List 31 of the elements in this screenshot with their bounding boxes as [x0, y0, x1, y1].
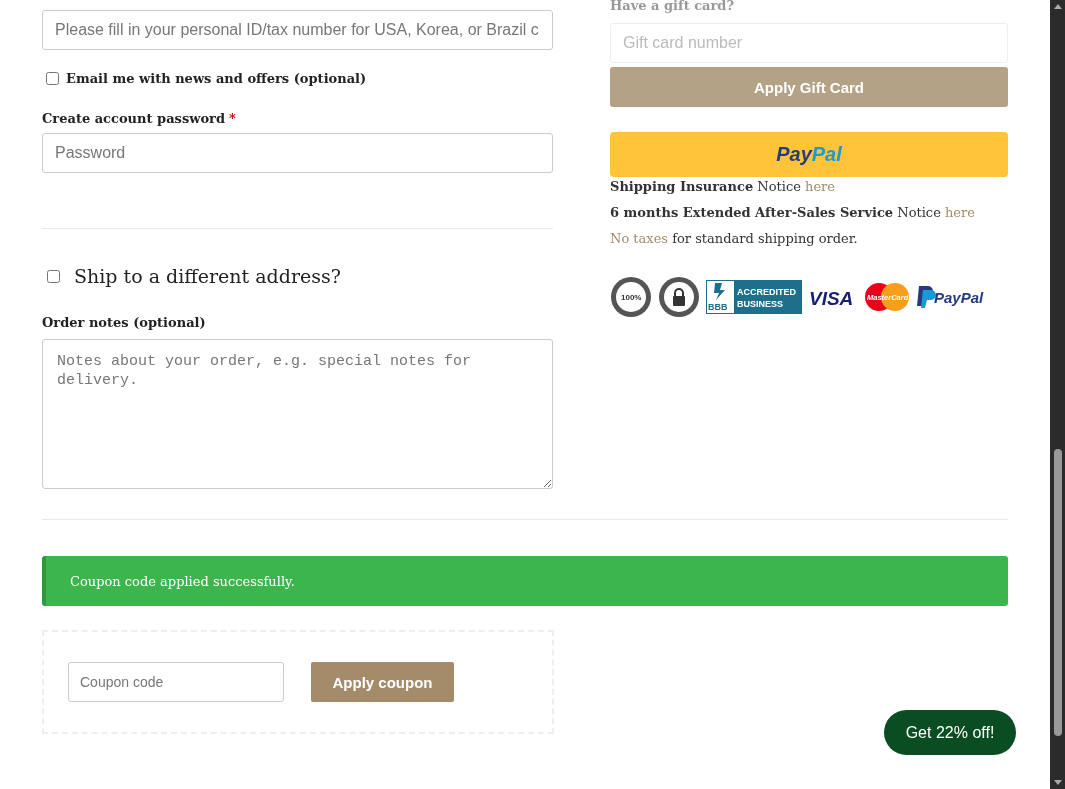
order-notes-field[interactable]: Notes about your order, e.g. special notes for delivery. — [42, 339, 553, 489]
secure-lock-seal-icon — [658, 276, 700, 318]
coupon-field[interactable]: Coupon code — [68, 662, 284, 702]
notice-link[interactable]: here — [945, 205, 975, 220]
promo-button[interactable]: Get 22% off! — [884, 710, 1016, 755]
scrollbar[interactable] — [1050, 0, 1065, 789]
password-field[interactable]: Password — [42, 133, 553, 173]
paypal-logo: PayPal — [916, 284, 994, 310]
notice-text: Shipping Insurance Notice here — [610, 178, 836, 196]
scroll-up-icon[interactable] — [1053, 4, 1062, 9]
notice-text: No taxes for standard shipping order. — [610, 230, 859, 248]
apply-coupon-button[interactable]: Apply coupon — [311, 662, 454, 702]
ship-different-label: Ship to a different address? — [74, 265, 341, 287]
required-mark: * — [229, 111, 236, 126]
scroll-down-icon[interactable] — [1053, 780, 1062, 785]
notice-text: 6 months Extended After-Sales Service Notice here — [610, 204, 976, 222]
newsletter-label: Email me with news and offers (optional) — [66, 71, 367, 86]
visa-logo: VISA — [808, 285, 858, 309]
guarantee-seal: 100% — [610, 276, 652, 318]
scrollbar-thumb[interactable] — [1053, 449, 1062, 736]
password-label: Create account password — [42, 111, 225, 126]
notice-link[interactable]: No taxes — [610, 231, 668, 246]
gift-card-heading: Have a gift card? — [610, 0, 736, 13]
newsletter-checkbox[interactable] — [46, 72, 59, 85]
success-message: Coupon code applied successfully. — [70, 573, 295, 589]
ship-different-checkbox[interactable] — [47, 269, 60, 283]
paypal-button[interactable]: PayPal — [610, 132, 1008, 177]
bbb-badge: BBB ACCREDITED BUSINESS — [706, 280, 802, 314]
tax-id-field[interactable]: Please fill in your personal ID/tax number for USA, Korea, or Brazil c — [42, 10, 553, 50]
notice-link[interactable]: here — [805, 179, 835, 194]
order-notes-label: Order notes (optional) — [42, 315, 206, 330]
